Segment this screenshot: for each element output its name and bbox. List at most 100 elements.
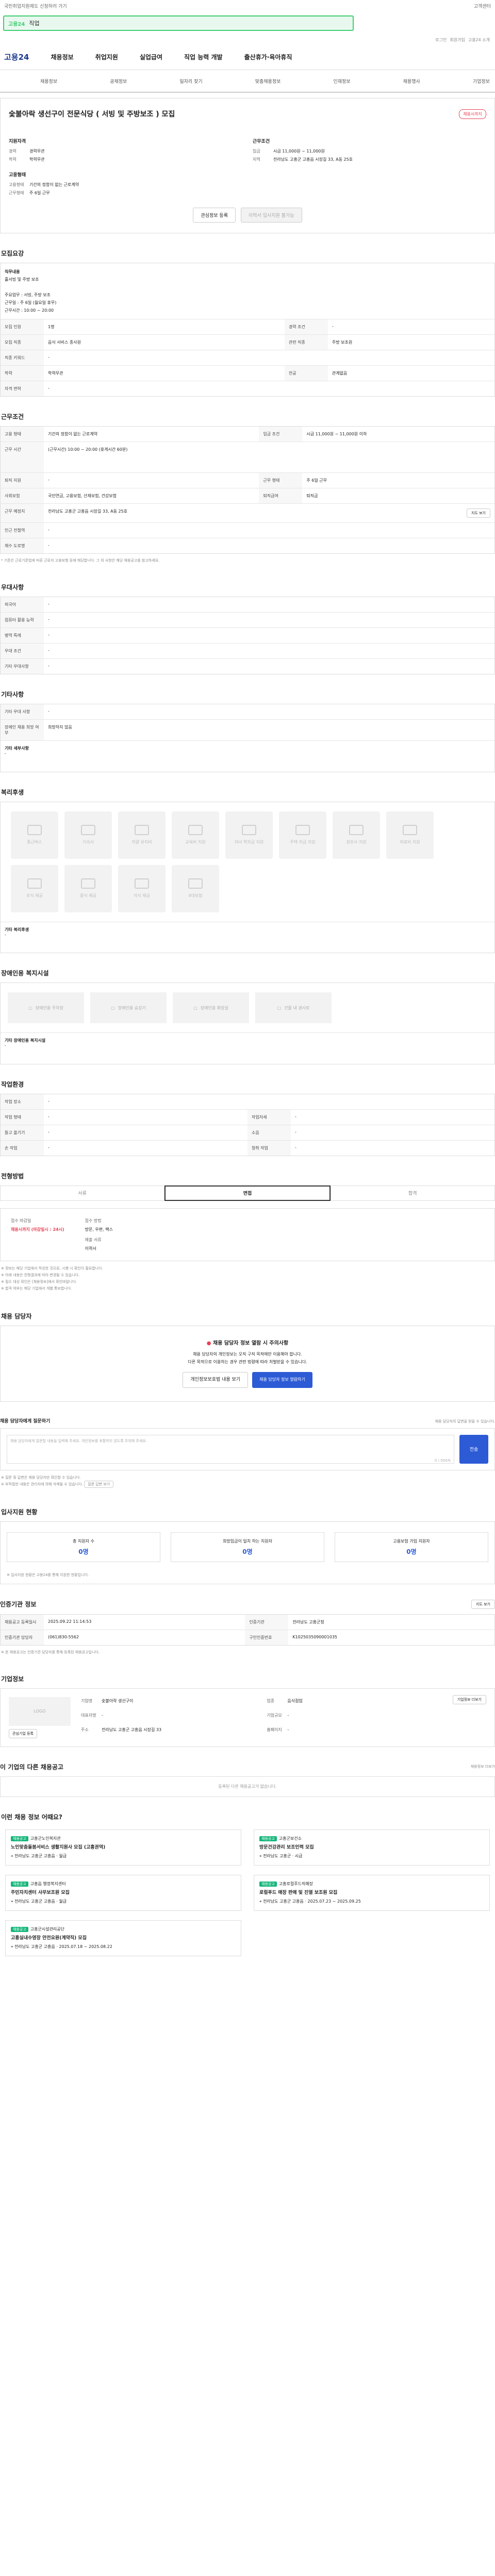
reco-pay: 시급 — [294, 1853, 303, 1858]
method-note: ※ 합격 여부는 해당 기업에서 개별 통보합니다. — [1, 1286, 72, 1291]
gnb-item-benefit[interactable]: 실업급여 — [140, 53, 162, 61]
gift-icon — [349, 825, 364, 835]
welfare-label: 차량 유지비 — [131, 840, 152, 844]
th: 임금 조건 — [259, 427, 303, 442]
disab-etc-label: 기타 장애인용 복지시설 — [5, 1038, 46, 1043]
td: (근무시간) 10:00 ~ 20:00 (휴게시간 60분) — [44, 442, 494, 473]
welfare-item: 자녀 학자금 지원 — [225, 811, 273, 859]
td: - — [44, 1124, 248, 1140]
disab-label: 건물 내 경사로 — [284, 1005, 310, 1010]
td: 1명 — [44, 319, 285, 335]
disab-label: 장애인용 화장실 — [200, 1005, 228, 1010]
th: 자격 면허 — [1, 381, 44, 396]
th: 퇴직 지원 — [1, 472, 44, 488]
meal-icon — [27, 878, 42, 889]
reco-org: 고흥읍 행정복지센터 — [30, 1881, 66, 1886]
location-icon: ⌖ — [11, 1899, 13, 1904]
reco-title: 이런 채용 정보 어때요? — [1, 1813, 62, 1821]
td: 국민연금, 고용보험, 산재보험, 건강보험 — [44, 488, 259, 504]
reco-loc: 전라남도 고흥군 고흥읍 — [263, 1899, 304, 1904]
reco-card[interactable]: 채용공고 고흥군노인복지관 노인맞춤돌봄서비스 생활지원사 모집 (고흥권역) ⌖ 전… — [5, 1829, 241, 1866]
about-link[interactable]: 고용24 소개 — [468, 37, 490, 43]
question-submit-button[interactable]: 전송 — [459, 1434, 488, 1464]
gnb-item-training[interactable]: 직업 능력 개발 — [184, 53, 223, 61]
agency-section: 인증기관 정보 지도 보기 채용공고 등록일시 2025.09.22 11:14:… — [0, 1599, 495, 1659]
company-more-button[interactable]: 기업정보 더보기 — [452, 1694, 486, 1704]
banner-link[interactable]: 국민취업지원제도 신청하러 가기 — [4, 3, 67, 9]
kv-value: 학력무관 — [29, 157, 45, 162]
gnb-item-leave[interactable]: 출산휴가·육아휴직 — [244, 53, 292, 61]
meal-icon — [81, 878, 95, 889]
welfare-etc: - — [5, 932, 6, 937]
meal-icon — [135, 878, 149, 889]
agency-map-button[interactable]: 지도 보기 — [471, 1599, 495, 1609]
support-link[interactable]: 고객센터 — [474, 3, 491, 9]
stat-value: 0명 — [406, 1548, 417, 1555]
tab-interview[interactable]: 면접 — [164, 1185, 331, 1201]
other-desc-label: 기타 세부사항 — [5, 746, 29, 751]
gnb-item-jobs[interactable]: 채용정보 — [51, 53, 73, 61]
other-jobs-title: 이 기업의 다른 채용공고 — [0, 1763, 63, 1771]
td: - — [44, 658, 494, 674]
question-title: 채용 담당자에게 질문하기 — [0, 1418, 51, 1424]
signup-link[interactable]: 회원가입 — [450, 37, 465, 43]
tab-pass[interactable]: 합격 — [330, 1185, 495, 1201]
subnav-item[interactable]: 채용정보 — [40, 78, 57, 84]
stat-label: 총 지원자 수 — [73, 1538, 94, 1544]
reco-card[interactable]: 채용공고 고흥군시설관리공단 고흥실내수영장 안전요원(계약직) 모집 ⌖ 전라남도 … — [5, 1920, 241, 1956]
job-desc-label: 직무내용 — [5, 269, 20, 274]
td: 기간의 정함이 없는 근로계약 — [48, 432, 97, 436]
privacy-law-button[interactable]: 개인정보보호법 내용 보기 — [183, 1371, 249, 1388]
view-qa-button[interactable]: 질문 답변 보기 — [84, 1480, 114, 1488]
td: 음식 서비스 종사원 — [44, 334, 285, 350]
favorite-company-button[interactable]: 관심기업 등록 — [9, 1728, 37, 1738]
subnav-item[interactable]: 채용행사 — [403, 78, 420, 84]
td: 2025.09.22 11:14:53 — [48, 1619, 92, 1624]
bookmark-button[interactable]: 관심정보 등록 — [193, 208, 236, 223]
reco-card[interactable]: 채용공고 고흥읍 행정복지센터 주민자치센터 사무보조원 모집 ⌖ 전라남도 고흥군 … — [5, 1874, 241, 1911]
tab-docs[interactable]: 서류 — [0, 1185, 165, 1201]
welfare-label: 주택 자금 지원 — [290, 840, 316, 844]
gnb-item-support[interactable]: 취업지원 — [95, 53, 118, 61]
search-input[interactable]: 고용24 직업 — [3, 15, 354, 31]
subnav-item[interactable]: 기업정보 — [473, 78, 490, 84]
login-link[interactable]: 로그인 — [435, 37, 447, 43]
th: 관련 직종 — [284, 334, 328, 350]
reco-org: 고흥로컬푸드직매장 — [278, 1881, 314, 1886]
question-placeholder: 채용 담당자에게 질문할 내용을 입력해 주세요. 개인정보를 포함하지 않도록… — [10, 1438, 147, 1443]
ways-value: 방문, 우편, 팩스 — [85, 1227, 113, 1232]
th: 근무 형태 — [259, 472, 303, 488]
stat-value: 0명 — [242, 1548, 253, 1555]
reco-card[interactable]: 채용공고 고흥군보건소 방문건강관리 보조인력 모집 ⌖ 전라남도 고흥군 · 시급 — [254, 1829, 490, 1866]
docs-label: 제출 서류 — [85, 1237, 102, 1242]
kv-key: 업종 — [267, 1698, 275, 1703]
th: 인근 전철역 — [1, 522, 44, 538]
subnav-item[interactable]: 인재정보 — [333, 78, 350, 84]
method-note: ※ 접수 대상 확인은 [채용정보]에서 확인바랍니다. — [1, 1279, 77, 1284]
subnav-item[interactable]: 공채정보 — [110, 78, 127, 84]
kv-key: 주소 — [81, 1727, 89, 1732]
th: 학력 — [1, 365, 44, 381]
employment-heading: 고용형태 — [9, 173, 26, 178]
th: 손 작업 — [1, 1140, 44, 1156]
map-button[interactable]: 지도 보기 — [467, 509, 490, 518]
other-desc: - — [5, 751, 6, 756]
reco-card[interactable]: 채용공고 고흥로컬푸드직매장 로컬푸드 매장 판매 및 진열 보조원 모집 ⌖ 전라남… — [254, 1874, 490, 1911]
td: - — [44, 612, 494, 628]
th: 모집 인원 — [1, 319, 44, 335]
apply-button[interactable]: 이력서 입사지원 불가능 — [241, 208, 302, 223]
disab-label: 장애인용 주차장 — [35, 1005, 63, 1010]
site-logo[interactable]: 고용24 — [4, 52, 29, 62]
subnav-item[interactable]: 일자리 찾기 — [179, 78, 202, 84]
td: 퇴직금 — [302, 488, 494, 504]
recruit-title: 모집요강 — [1, 250, 24, 257]
question-textarea[interactable]: 채용 담당자에게 질문할 내용을 입력해 주세요. 개인정보를 포함하지 않도록… — [7, 1434, 454, 1464]
agency-title: 인증기관 정보 — [0, 1601, 37, 1608]
view-contact-button[interactable]: 채용 담당자 정보 열람하기 — [252, 1371, 312, 1388]
inquiry-warn: 채용 담당자 정보 열람 시 주의사항 — [213, 1340, 289, 1346]
subnav-item[interactable]: 맞춤채용정보 — [255, 78, 281, 84]
other-jobs-more-link[interactable]: 채용정보 더보기 — [471, 1764, 495, 1769]
kv-value: 주 6일 근무 — [29, 191, 50, 195]
welfare-label: 조식 제공 — [26, 893, 43, 898]
th: 외국어 — [1, 597, 44, 613]
